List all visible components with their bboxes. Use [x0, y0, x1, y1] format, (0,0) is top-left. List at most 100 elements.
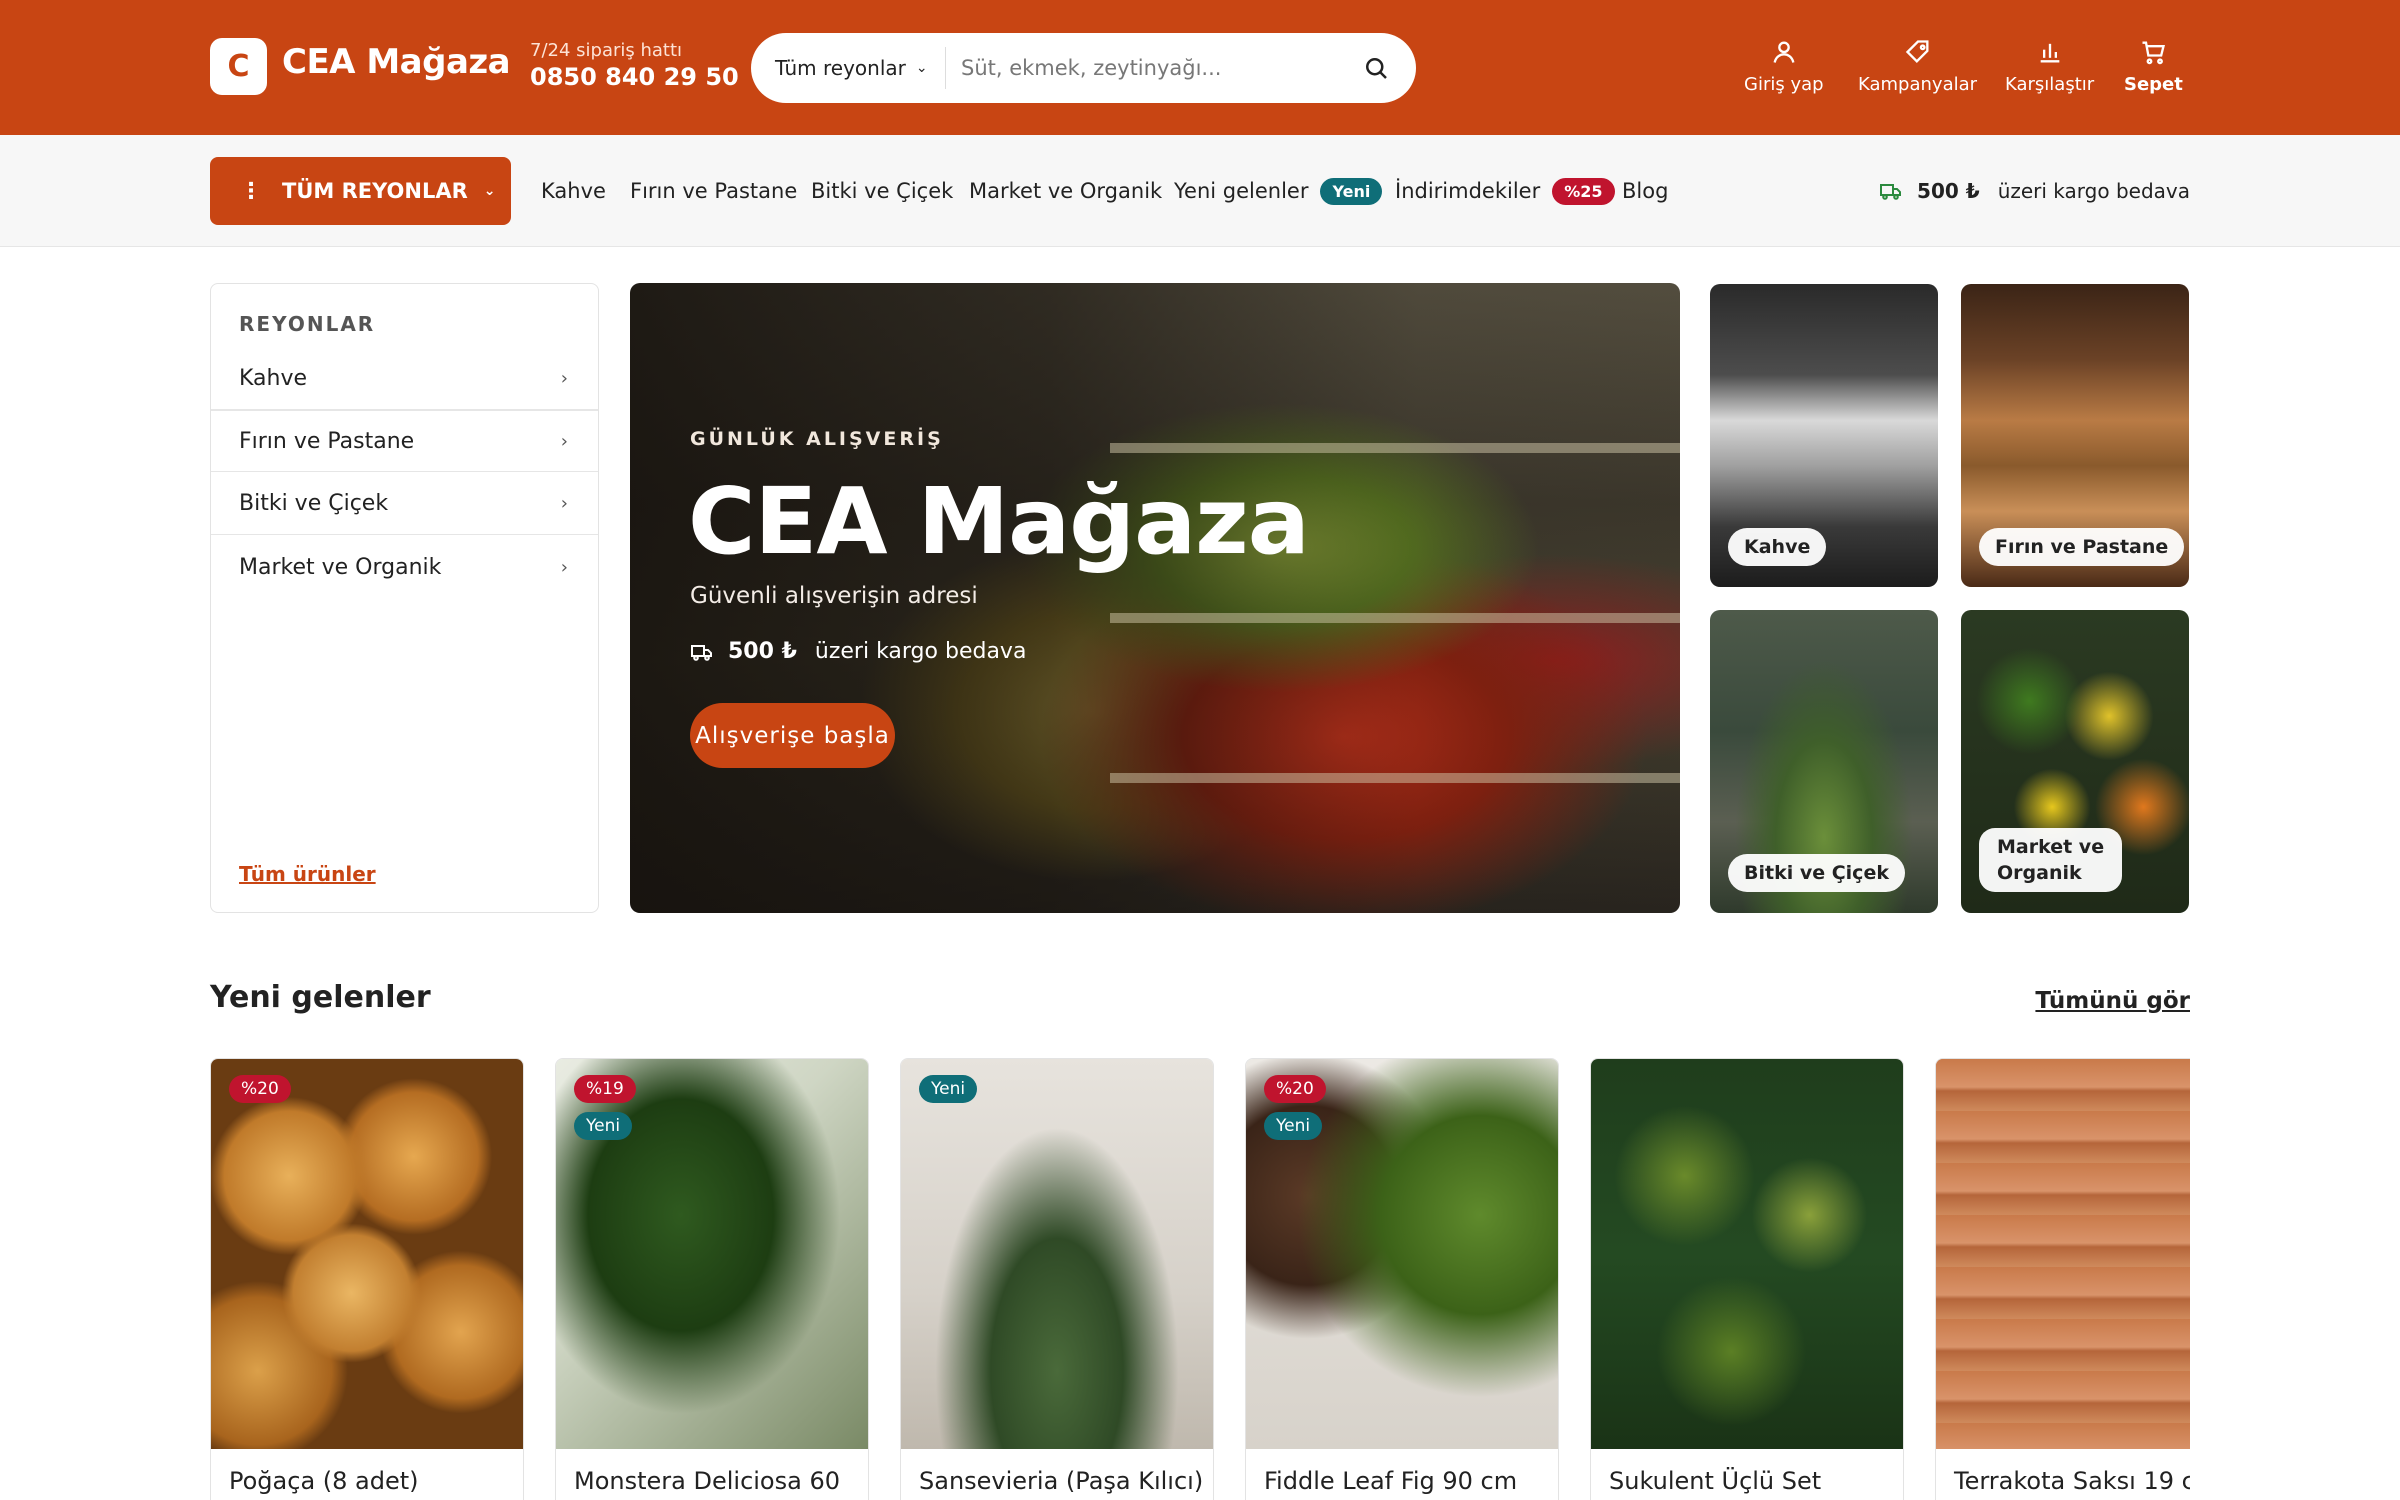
product-card[interactable]: Terrakota Saksı 19 cm	[1935, 1058, 2190, 1500]
compare-label: Karşılaştır	[2005, 74, 2095, 95]
free-shipping-note: 500 ₺ üzeri kargo bedava	[1879, 135, 2190, 247]
all-departments-label: TÜM REYONLAR	[282, 179, 468, 203]
truck-icon	[691, 644, 712, 661]
nav-link-kahve[interactable]: Kahve	[541, 135, 606, 247]
product-image	[901, 1059, 1213, 1449]
product-card[interactable]: %19 Yeni Monstera Deliciosa 60	[555, 1058, 869, 1500]
discount-badge: %20	[1264, 1075, 1326, 1103]
hero-shipping-text: üzeri kargo bedava	[814, 639, 1027, 664]
sidebar-item-label: Kahve	[239, 366, 308, 391]
hero-shipping-amount: 500 ₺	[728, 639, 797, 664]
hero-subtitle: Güvenli alışverişin adresi	[690, 583, 978, 609]
login-button[interactable]: Giriş yap	[1744, 38, 1824, 95]
sidebar-item-label: Bitki ve Çiçek	[239, 491, 389, 516]
product-card[interactable]: %20 Yeni Fiddle Leaf Fig 90 cm	[1245, 1058, 1559, 1500]
product-name: Monstera Deliciosa 60	[574, 1467, 840, 1495]
campaigns-button[interactable]: Kampanyalar	[1858, 38, 1977, 95]
nav-link-indirimdekiler[interactable]: İndirimdekiler %25	[1395, 135, 1615, 247]
sidebar-item-bitki[interactable]: Bitki ve Çiçek ›	[211, 473, 598, 535]
discount-badge: %20	[229, 1075, 291, 1103]
product-name: Sansevieria (Paşa Kılıcı)	[919, 1467, 1204, 1495]
tag-icon	[1905, 40, 1929, 63]
chevron-down-icon: ⌄	[483, 183, 496, 199]
chevron-right-icon: ›	[560, 430, 568, 452]
top-header: C CEA Mağaza 7/24 sipariş hattı 0850 840…	[0, 0, 2400, 135]
hero-shipping-note: 500 ₺ üzeri kargo bedava	[690, 639, 1026, 664]
nav-link-label: Yeni gelenler	[1174, 179, 1309, 203]
sidebar-item-label: Market ve Organik	[239, 554, 442, 580]
tile-label: Fırın ve Pastane	[1979, 528, 2185, 566]
sidebar-item-kahve[interactable]: Kahve ›	[211, 348, 598, 410]
departments-sidebar: REYONLAR Kahve › Fırın ve Pastane › Bitk…	[210, 283, 599, 913]
product-name: Poğaça (8 adet)	[229, 1467, 419, 1495]
new-badge: Yeni	[1320, 177, 1383, 205]
logo-text[interactable]: CEA Mağaza	[282, 42, 511, 82]
hero-kicker: GÜNLÜK ALIŞVERİŞ	[690, 428, 944, 450]
category-tile-firin[interactable]: Fırın ve Pastane	[1961, 284, 2189, 587]
nav-link-firin[interactable]: Fırın ve Pastane	[630, 135, 797, 247]
tile-label: Kahve	[1728, 528, 1827, 566]
product-image	[211, 1059, 523, 1449]
search-bar: Tüm reyonlar ⌄	[751, 33, 1416, 103]
search-input[interactable]	[961, 43, 1351, 93]
cart-icon	[2142, 41, 2166, 65]
chevron-right-icon: ›	[560, 493, 568, 514]
hero-shelf	[1110, 773, 1680, 783]
product-card[interactable]: Sukulent Üçlü Set	[1590, 1058, 1904, 1500]
category-tile-market[interactable]: Market ve Organik	[1961, 610, 2189, 913]
product-name: Terrakota Saksı 19 cm	[1954, 1467, 2190, 1495]
category-tile-kahve[interactable]: Kahve	[1710, 284, 1938, 587]
compare-icon	[2040, 43, 2059, 63]
hotline-number[interactable]: 0850 840 29 50	[530, 63, 739, 91]
sale-badge: %25	[1552, 177, 1615, 205]
sidebar-item-label: Fırın ve Pastane	[239, 428, 415, 454]
new-badge: Yeni	[574, 1112, 633, 1140]
nav-link-label: İndirimdekiler	[1395, 179, 1541, 203]
cart-button[interactable]: Sepet	[2124, 38, 2183, 95]
truck-icon	[1880, 184, 1902, 200]
search-divider	[945, 47, 946, 89]
compare-button[interactable]: Karşılaştır	[2005, 38, 2094, 95]
chevron-right-icon: ›	[560, 368, 568, 389]
logo-mark[interactable]: C	[210, 38, 267, 95]
search-category-select[interactable]: Tüm reyonlar ⌄	[775, 33, 928, 103]
sidebar-item-market[interactable]: Market ve Organik ›	[211, 536, 598, 598]
hero-banner: GÜNLÜK ALIŞVERİŞ CEA Mağaza Güvenli alış…	[630, 283, 1680, 913]
product-card[interactable]: Yeni Sansevieria (Paşa Kılıcı)	[900, 1058, 1214, 1500]
menu-dots-icon: ⋮	[240, 178, 262, 204]
start-shopping-button[interactable]: Alışverişe başla	[690, 703, 895, 768]
user-icon	[1773, 41, 1795, 63]
product-name: Sukulent Üçlü Set	[1609, 1467, 1822, 1495]
chevron-right-icon: ›	[560, 556, 568, 578]
product-image	[1936, 1059, 2190, 1449]
hotline-label: 7/24 sipariş hattı	[530, 40, 683, 61]
login-label: Giriş yap	[1744, 74, 1824, 95]
product-card[interactable]: %20 Poğaça (8 adet)	[210, 1058, 524, 1500]
category-tile-bitki[interactable]: Bitki ve Çiçek	[1710, 610, 1938, 913]
sidebar-title: REYONLAR	[239, 312, 376, 336]
nav-link-market[interactable]: Market ve Organik	[969, 135, 1162, 247]
hero-title: CEA Mağaza	[688, 468, 1310, 575]
section-title: Yeni gelenler	[210, 980, 431, 1015]
hero-shelf	[1110, 443, 1680, 453]
tile-label: Market ve Organik	[1979, 828, 2123, 892]
chevron-down-icon: ⌄	[915, 60, 928, 76]
hero-shelf	[1110, 613, 1680, 623]
sidebar-item-firin[interactable]: Fırın ve Pastane ›	[211, 410, 598, 472]
campaigns-label: Kampanyalar	[1858, 74, 1978, 95]
new-badge: Yeni	[1264, 1112, 1323, 1140]
nav-link-yeni-gelenler[interactable]: Yeni gelenler Yeni	[1174, 135, 1383, 247]
nav-link-blog[interactable]: Blog	[1622, 135, 1668, 247]
nav-link-bitki[interactable]: Bitki ve Çiçek	[811, 135, 953, 247]
product-image	[1591, 1059, 1903, 1449]
cart-label: Sepet	[2124, 74, 2183, 95]
search-icon[interactable]	[1361, 53, 1391, 83]
search-category-label: Tüm reyonlar	[775, 56, 906, 80]
shipping-text: üzeri kargo bedava	[1997, 179, 2190, 203]
category-nav: ⋮ TÜM REYONLAR ⌄ Kahve Fırın ve Pastane …	[0, 135, 2400, 247]
discount-badge: %19	[574, 1075, 636, 1103]
see-all-link[interactable]: Tümünü gör	[2035, 988, 2190, 1014]
all-products-link[interactable]: Tüm ürünler	[239, 862, 376, 886]
all-departments-button[interactable]: ⋮ TÜM REYONLAR ⌄	[210, 157, 511, 225]
shipping-amount: 500 ₺	[1917, 179, 1980, 203]
